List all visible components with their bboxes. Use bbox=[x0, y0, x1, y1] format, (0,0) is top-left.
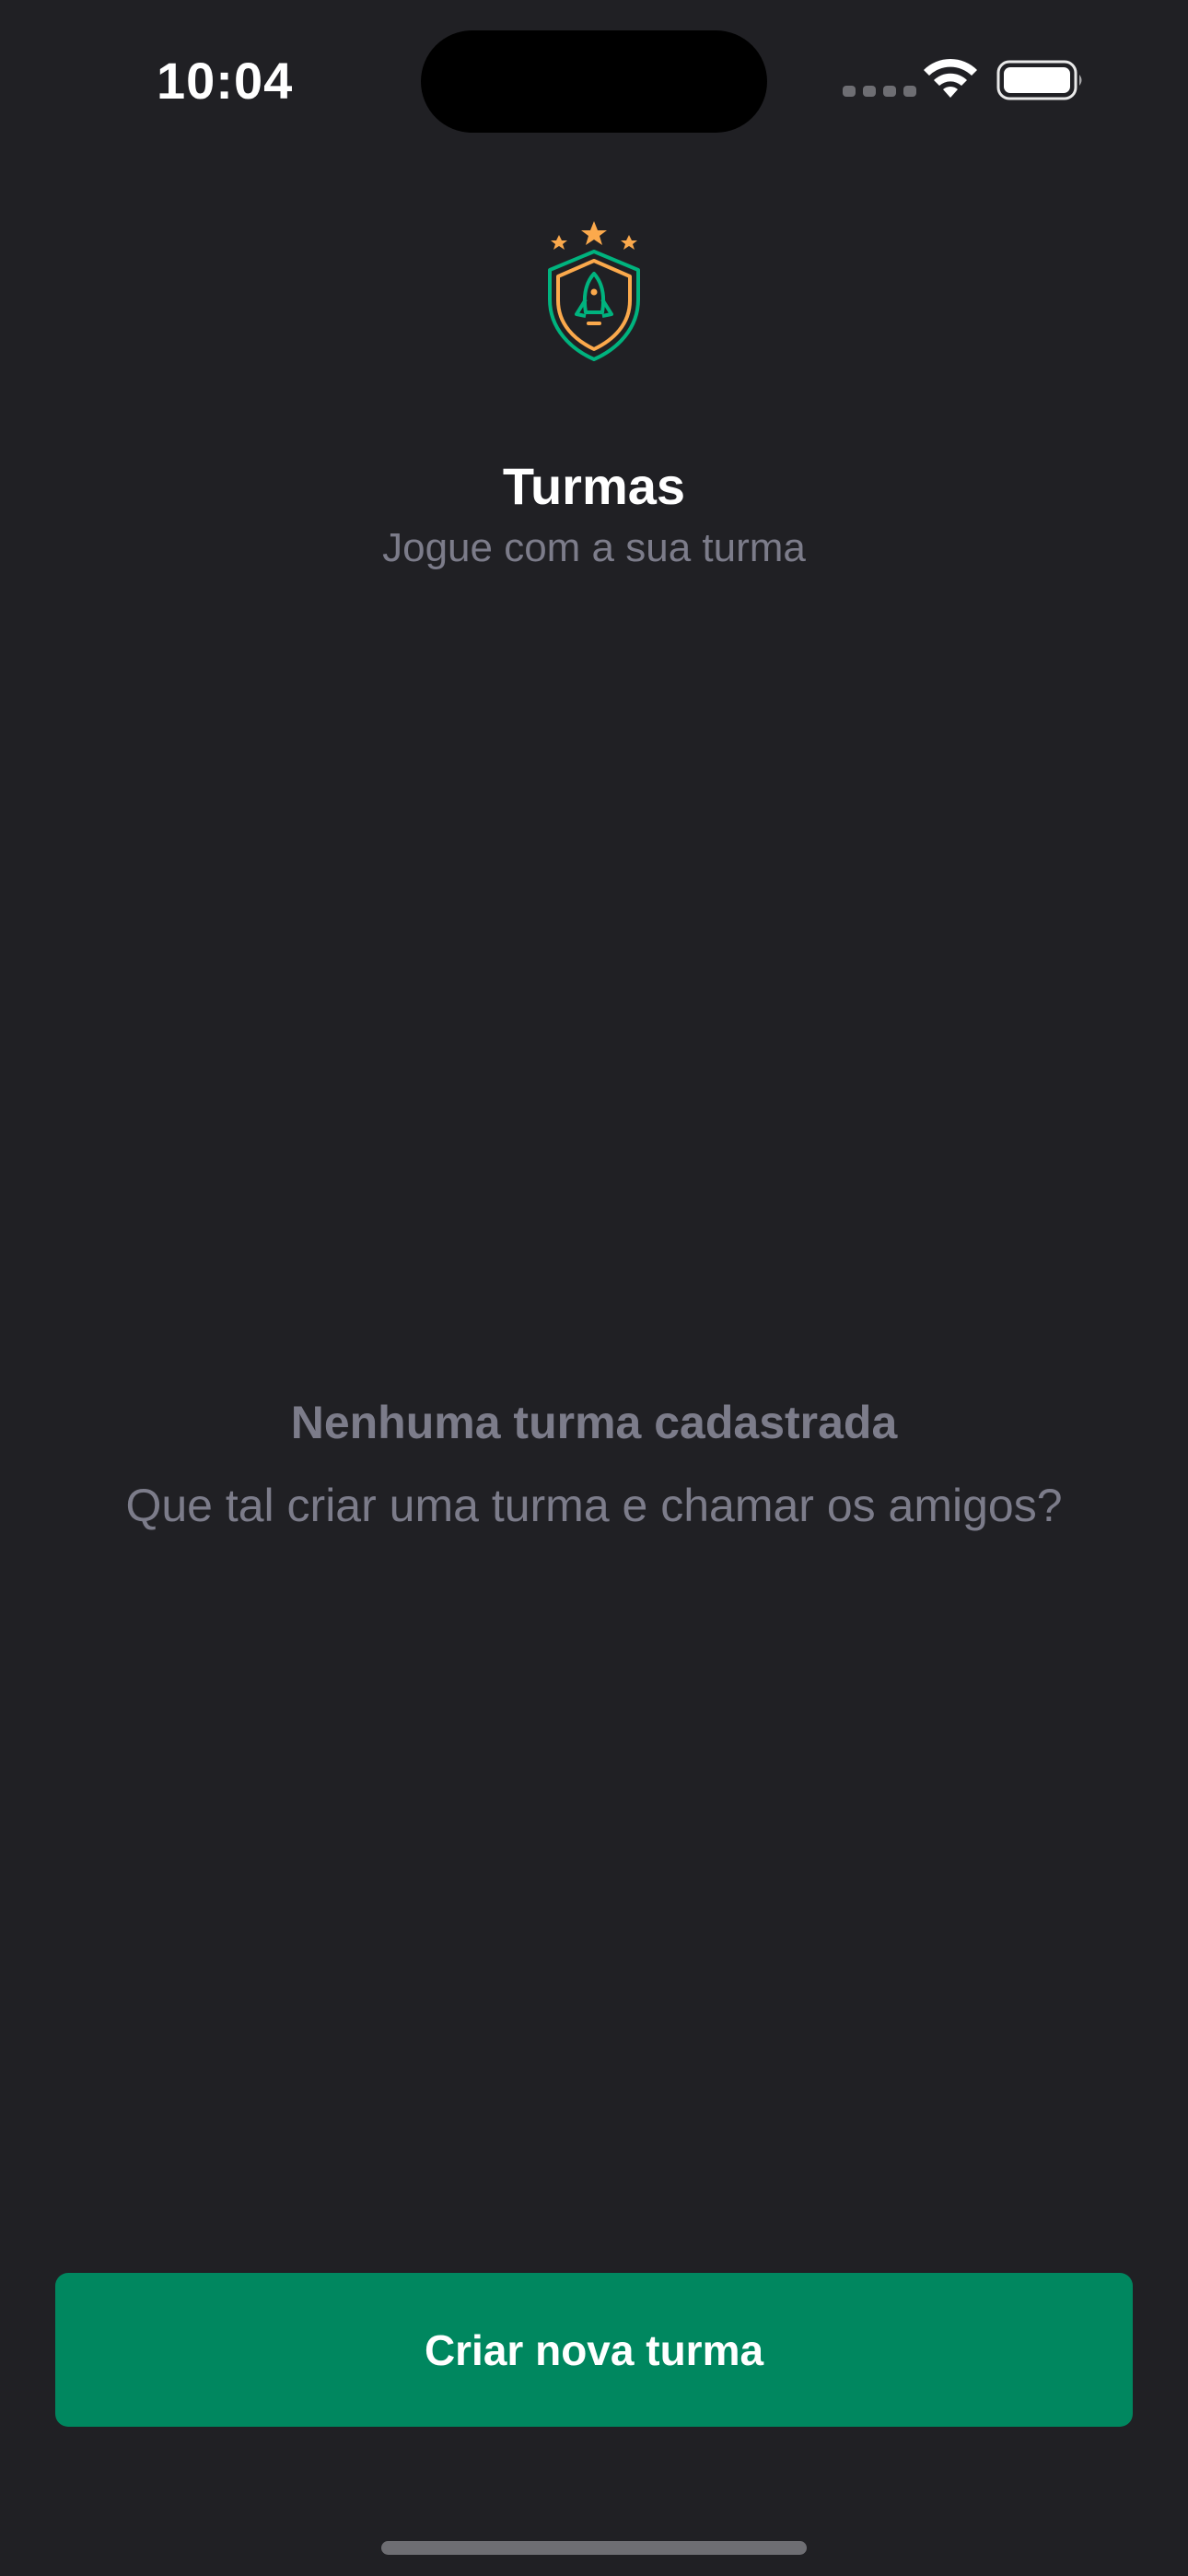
shield-rocket-icon bbox=[548, 221, 640, 361]
create-group-button[interactable]: Criar nova turma bbox=[55, 2273, 1133, 2427]
battery-icon bbox=[996, 60, 1082, 100]
page-title: Turmas bbox=[502, 457, 686, 515]
status-bar: 10:04 bbox=[0, 0, 1188, 157]
page-subtitle: Jogue com a sua turma bbox=[382, 525, 806, 570]
empty-state-message: Que tal criar uma turma e chamar os amig… bbox=[125, 1480, 1063, 1531]
status-time: 10:04 bbox=[157, 52, 294, 110]
screen: 10:04 Turmas Jogue com a sua turma Nenhu… bbox=[0, 0, 1188, 2576]
wifi-icon bbox=[924, 58, 977, 98]
cellular-signal-icon bbox=[843, 86, 916, 97]
empty-state-title: Nenhuma turma cadastrada bbox=[290, 1397, 898, 1448]
home-indicator[interactable] bbox=[381, 2541, 807, 2555]
dynamic-island bbox=[421, 30, 767, 133]
